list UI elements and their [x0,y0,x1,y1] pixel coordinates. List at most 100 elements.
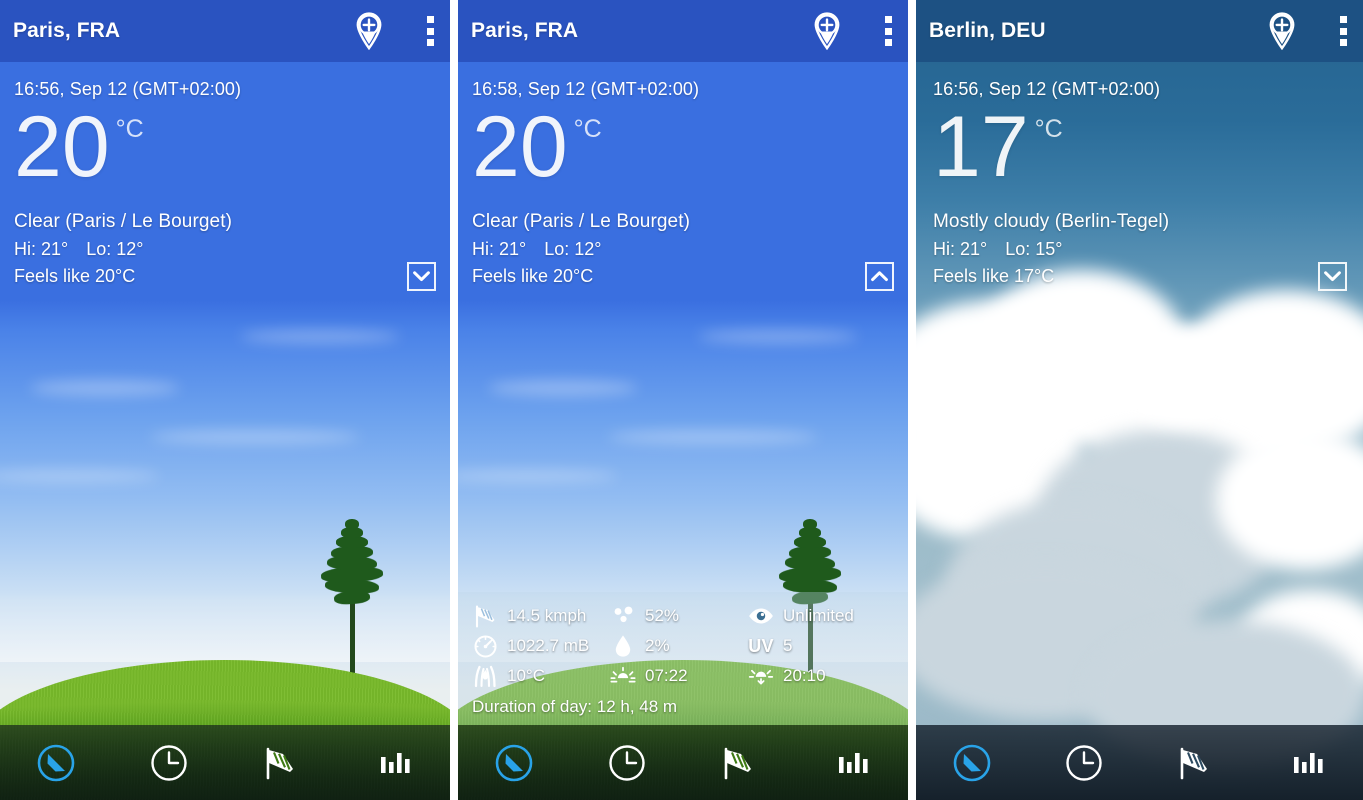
lo-value: Lo: 12° [86,238,144,259]
timestamp: 16:56, Sep 12 (GMT+02:00) [14,79,242,99]
hi-lo-row: Hi: 21° Lo: 12° [472,239,894,260]
collapse-details-button[interactable] [865,262,894,291]
nav-item-now[interactable] [458,725,571,800]
nav-item-charts[interactable] [1251,725,1363,800]
nav-item-charts[interactable] [796,725,909,800]
temperature-value: 20 [14,99,110,195]
clock-icon [1065,744,1102,781]
feels-like-text: Feels like 20°C [14,265,136,286]
current-conditions: 16:56, Sep 12 (GMT+02:00) 20 °C Clear (P… [0,79,450,287]
weather-details-panel: 14.5 kmph 52% Unlimited 1022.7 mB 2% UV … [458,592,908,725]
app-header: Paris, FRA [0,0,450,62]
hi-value: Hi: 21° [14,238,69,259]
page-title: Berlin, DEU [929,19,1046,42]
panel-separator [450,0,458,800]
feels-like-text: Feels like 17°C [933,265,1055,286]
screenshot-strip: Paris, FRA 16:56, Sep 12 (GMT+02:00) 20 … [0,0,1363,800]
windsock-icon [266,747,294,779]
nav-item-hourly[interactable] [1028,725,1140,800]
chevron-down-icon [413,271,430,282]
clock-icon [151,744,187,781]
weather-panel-paris-expanded: Paris, FRA 16:58, Sep 12 (GMT+02:00) 20 … [458,0,908,800]
hi-value: Hi: 21° [472,238,527,259]
bar-chart-icon [1294,752,1323,773]
nav-item-hourly[interactable] [571,725,684,800]
overflow-menu-icon[interactable] [1340,16,1347,46]
lo-value: Lo: 15° [1005,238,1063,259]
precipitation-value: 2% [645,636,670,655]
detail-uv: UV 5 [748,634,894,658]
navigation-arrow-icon [953,744,991,781]
nav-item-now[interactable] [0,725,113,800]
temperature-unit: °C [115,115,144,143]
header-actions [813,12,892,50]
condition-text: Clear (Paris / Le Bourget) [14,210,233,232]
bottom-nav [0,725,450,800]
dew-point-value: 10°C [507,666,545,685]
bar-chart-icon [380,752,410,773]
nav-item-wind[interactable] [1140,725,1252,800]
detail-precipitation: 2% [610,634,748,658]
detail-sunrise: 07:22 [610,664,748,688]
expand-details-button[interactable] [407,262,436,291]
app-header: Paris, FRA [458,0,908,62]
feels-like-text: Feels like 20°C [472,265,594,286]
overflow-menu-icon[interactable] [427,16,434,46]
header-actions [355,12,434,50]
current-conditions: 16:56, Sep 12 (GMT+02:00) 17 °C Mostly c… [916,79,1363,287]
navigation-arrow-icon [495,744,533,781]
nav-item-wind[interactable] [225,725,338,800]
current-conditions: 16:58, Sep 12 (GMT+02:00) 20 °C Clear (P… [458,79,908,287]
page-title: Paris, FRA [13,19,121,42]
weather-panel-paris-collapsed: Paris, FRA 16:56, Sep 12 (GMT+02:00) 20 … [0,0,450,800]
add-location-pin-icon[interactable] [813,12,841,50]
dew-point-icon [472,664,498,688]
expand-details-button[interactable] [1318,262,1347,291]
hi-lo-row: Hi: 21° Lo: 15° [933,239,1349,260]
humidity-dots-icon [610,604,636,628]
wind-value: 14.5 kmph [507,606,587,625]
clock-icon [609,744,645,781]
pressure-value: 1022.7 mB [507,636,590,655]
bottom-nav [916,725,1363,800]
raindrop-icon [610,634,636,658]
add-location-pin-icon[interactable] [1268,12,1296,50]
nav-item-now[interactable] [916,725,1028,800]
overflow-menu-icon[interactable] [885,16,892,46]
header-actions [1268,12,1347,50]
detail-dew-point: 10°C [472,664,610,688]
condition-text: Mostly cloudy (Berlin-Tegel) [933,210,1170,232]
uv-label: UV [748,635,774,656]
nav-item-hourly[interactable] [113,725,226,800]
condition-text: Clear (Paris / Le Bourget) [472,210,691,232]
temperature-unit: °C [1034,115,1063,143]
nav-item-charts[interactable] [338,725,451,800]
hi-lo-row: Hi: 21° Lo: 12° [14,239,436,260]
detail-humidity: 52% [610,604,748,628]
duration-of-day: Duration of day: 12 h, 48 m [472,697,678,716]
temperature-value: 20 [472,99,568,195]
chevron-up-icon [871,271,888,282]
barometer-icon [472,634,498,658]
chevron-down-icon [1324,271,1341,282]
detail-sunset: 20:10 [748,664,894,688]
temperature-row: 20 °C [472,99,894,195]
details-grid: 14.5 kmph 52% Unlimited 1022.7 mB 2% UV … [472,604,894,688]
detail-wind: 14.5 kmph [472,604,610,628]
sunrise-icon [610,664,636,688]
uv-value: 5 [783,636,793,655]
eye-icon [748,604,774,628]
windsock-icon [724,747,752,779]
humidity-value: 52% [645,606,680,625]
windsock-icon [1181,747,1208,779]
navigation-arrow-icon [37,744,75,781]
windsock-icon [472,604,498,628]
app-header: Berlin, DEU [916,0,1363,62]
timestamp: 16:56, Sep 12 (GMT+02:00) [933,79,1161,99]
temperature-value: 17 [933,99,1029,195]
add-location-pin-icon[interactable] [355,12,383,50]
visibility-value: Unlimited [783,606,854,625]
bottom-nav [458,725,908,800]
nav-item-wind[interactable] [683,725,796,800]
temperature-unit: °C [573,115,602,143]
